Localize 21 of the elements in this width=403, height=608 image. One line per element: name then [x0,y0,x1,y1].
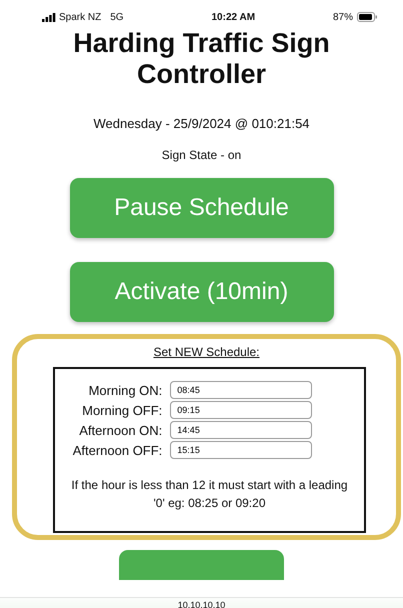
page-title: Harding Traffic Sign Controller [72,28,331,90]
signal-icon [42,12,56,22]
field-label: Afternoon ON: [78,422,162,440]
status-time: 10:22 AM [212,12,256,22]
time-field[interactable]: 15:15 [170,441,312,459]
carrier-name: Spark NZ [59,12,102,22]
time-field[interactable]: 08:45 [170,381,312,399]
battery-icon [356,12,377,22]
time-field[interactable]: 09:15 [170,401,312,419]
hint-text: If the hour is less than 12 it must start with a leading '0' eg: 08:25 or 09:20 [70,477,349,512]
time-field[interactable]: 14:45 [170,421,312,439]
network-type: 5G [110,12,124,22]
battery-percent: 87% [332,12,353,22]
field-label: Morning OFF: [81,402,162,420]
url-text: 10.10.10.10 [178,599,226,608]
field-label: Morning ON: [88,382,162,400]
sign-state: Sign State - on [160,148,242,162]
schedule-heading: Set NEW Schedule: [152,345,261,359]
field-label: Afternoon OFF: [72,442,162,460]
action-button[interactable] [119,550,284,580]
date-time: Wednesday - 25/9/2024 @ 010:21:54 [92,116,311,131]
